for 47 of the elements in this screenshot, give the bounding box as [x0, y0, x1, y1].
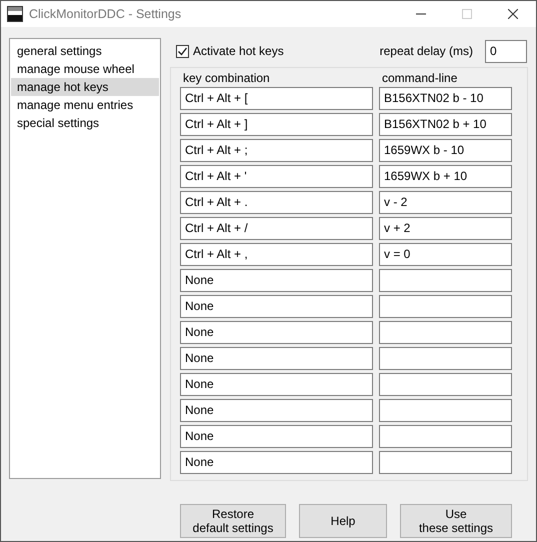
- sidebar-item[interactable]: special settings: [11, 114, 159, 132]
- command-line-field[interactable]: v + 2: [379, 217, 512, 240]
- command-line-field[interactable]: 1659WX b - 10: [379, 139, 512, 162]
- key-combination-field[interactable]: Ctrl + Alt + /: [180, 217, 373, 240]
- command-line-field[interactable]: B156XTN02 b + 10: [379, 113, 512, 136]
- command-line-field[interactable]: B156XTN02 b - 10: [379, 87, 512, 110]
- column-header: key combination: [183, 71, 270, 85]
- command-line-field[interactable]: [379, 373, 512, 396]
- checkbox-label: Activate hot keys: [193, 43, 284, 60]
- key-combination-field[interactable]: Ctrl + Alt + [: [180, 87, 373, 110]
- action-button[interactable]: Restore default settings: [180, 504, 286, 538]
- key-combination-field[interactable]: None: [180, 347, 373, 370]
- command-line-field[interactable]: [379, 269, 512, 292]
- key-combination-field[interactable]: None: [180, 399, 373, 422]
- key-combination-field[interactable]: None: [180, 295, 373, 318]
- repeat-delay-field[interactable]: 0: [485, 40, 527, 62]
- sidebar-item[interactable]: manage menu entries: [11, 96, 159, 114]
- window-title: ClickMonitorDDC - Settings: [29, 6, 182, 23]
- command-line-field[interactable]: v = 0: [379, 243, 512, 266]
- sidebar-item[interactable]: manage hot keys: [11, 78, 159, 96]
- command-line-field[interactable]: [379, 347, 512, 370]
- key-combination-field[interactable]: Ctrl + Alt + ': [180, 165, 373, 188]
- activate-checkbox[interactable]: [176, 44, 189, 58]
- key-combination-field[interactable]: Ctrl + Alt + ;: [180, 139, 373, 162]
- key-combination-field[interactable]: None: [180, 321, 373, 344]
- close-icon[interactable]: [508, 9, 518, 19]
- column-header: command-line: [382, 71, 458, 85]
- key-combination-field[interactable]: Ctrl + Alt + .: [180, 191, 373, 214]
- action-button[interactable]: Use these settings: [400, 504, 512, 538]
- sidebar-item[interactable]: manage mouse wheel: [11, 60, 159, 78]
- command-line-field[interactable]: v - 2: [379, 191, 512, 214]
- command-line-field[interactable]: 1659WX b + 10: [379, 165, 512, 188]
- key-combination-field[interactable]: None: [180, 425, 373, 448]
- key-combination-field[interactable]: Ctrl + Alt + ,: [180, 243, 373, 266]
- key-combination-field[interactable]: Ctrl + Alt + ]: [180, 113, 373, 136]
- command-line-field[interactable]: [379, 399, 512, 422]
- action-button[interactable]: Help: [299, 504, 387, 538]
- command-line-field[interactable]: [379, 321, 512, 344]
- key-combination-field[interactable]: None: [180, 451, 373, 474]
- key-combination-field[interactable]: None: [180, 373, 373, 396]
- command-line-field[interactable]: [379, 295, 512, 318]
- sidebar-item[interactable]: general settings: [11, 42, 159, 60]
- app-icon: [7, 6, 23, 22]
- field-label: repeat delay (ms): [380, 43, 473, 60]
- command-line-field[interactable]: [379, 451, 512, 474]
- command-line-field[interactable]: [379, 425, 512, 448]
- key-combination-field[interactable]: None: [180, 269, 373, 292]
